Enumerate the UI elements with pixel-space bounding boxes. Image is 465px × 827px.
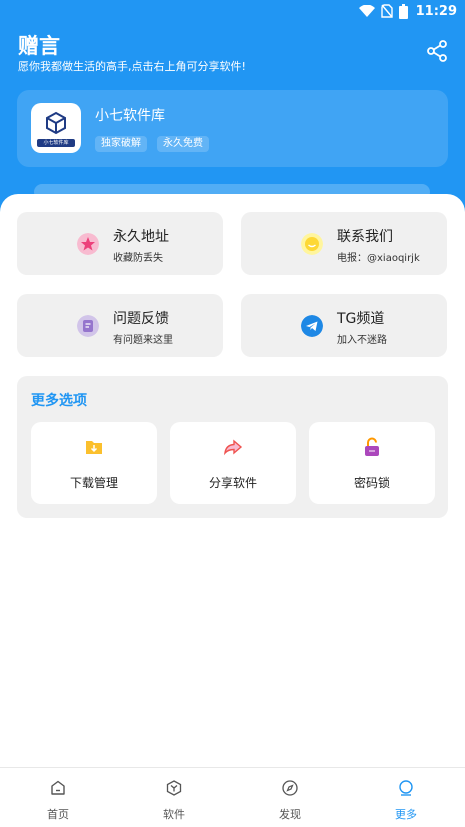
box-logo-icon	[46, 111, 66, 135]
tile-title: 联系我们	[337, 229, 393, 245]
option-password-lock[interactable]: 密码锁	[309, 422, 435, 504]
box-icon	[166, 780, 182, 796]
tab-discover[interactable]: 发现	[232, 768, 348, 827]
tab-label: 软件	[163, 808, 185, 821]
smile-icon	[301, 233, 323, 255]
option-share-software[interactable]: 分享软件	[170, 422, 296, 504]
bottom-tab-bar: 首页 软件 发现 更多	[0, 767, 465, 827]
tile-title: TG频道	[337, 311, 385, 327]
feedback-icon	[77, 315, 99, 337]
tile-subtitle: 有问题来这里	[113, 335, 173, 346]
page-title: 赠言	[18, 34, 60, 58]
page-subtitle: 愿你我都做生活的高手,点击右上角可分享软件!	[18, 60, 246, 73]
app-logo-label: 小七软件库	[37, 139, 75, 147]
option-label: 密码锁	[353, 476, 390, 490]
tile-subtitle: 收藏防丢失	[113, 253, 163, 264]
tab-label: 首页	[47, 808, 69, 821]
tab-label: 更多	[395, 808, 417, 821]
tile-title: 问题反馈	[113, 311, 169, 327]
tab-home[interactable]: 首页	[0, 768, 116, 827]
status-bar: 11:29	[358, 2, 457, 20]
tile-title: 永久地址	[113, 229, 169, 245]
more-options-title: 更多选项	[31, 393, 87, 409]
compass-icon	[282, 780, 298, 796]
no-sim-icon	[380, 4, 393, 18]
unlock-icon	[365, 437, 379, 456]
home-icon	[51, 780, 65, 795]
more-options-card: 更多选项 下载管理 分享软件 密码锁	[17, 376, 448, 518]
share-icon[interactable]	[426, 40, 448, 62]
tile-subtitle: 电报：@xiaoqirjk	[337, 253, 420, 264]
battery-icon	[398, 3, 408, 19]
option-label: 分享软件	[208, 476, 257, 490]
tile-contact-us[interactable]: 联系我们 电报：@xiaoqirjk	[241, 212, 447, 275]
more-icon	[399, 780, 413, 796]
option-label: 下载管理	[69, 476, 118, 490]
tile-tg-channel[interactable]: TG频道 加入不迷路	[241, 294, 447, 357]
tab-software[interactable]: 软件	[116, 768, 232, 827]
tab-more[interactable]: 更多	[348, 768, 464, 827]
tile-permanent-address[interactable]: 永久地址 收藏防丢失	[17, 212, 223, 275]
wifi-icon	[358, 5, 375, 17]
app-card[interactable]: 小七软件库 小七软件库 独家破解 永久免费	[17, 90, 448, 167]
tag-cracked: 独家破解	[95, 136, 147, 152]
telegram-icon	[301, 315, 323, 337]
option-download-manager[interactable]: 下载管理	[31, 422, 157, 504]
tag-free: 永久免费	[157, 136, 209, 152]
app-name: 小七软件库	[95, 108, 165, 124]
tab-label: 发现	[279, 808, 301, 821]
download-folder-icon	[86, 441, 102, 454]
status-time: 11:29	[415, 3, 457, 19]
tile-feedback[interactable]: 问题反馈 有问题来这里	[17, 294, 223, 357]
tile-subtitle: 加入不迷路	[337, 335, 387, 346]
share-arrow-icon	[224, 439, 243, 456]
app-logo: 小七软件库	[31, 103, 81, 153]
star-icon	[77, 233, 99, 255]
